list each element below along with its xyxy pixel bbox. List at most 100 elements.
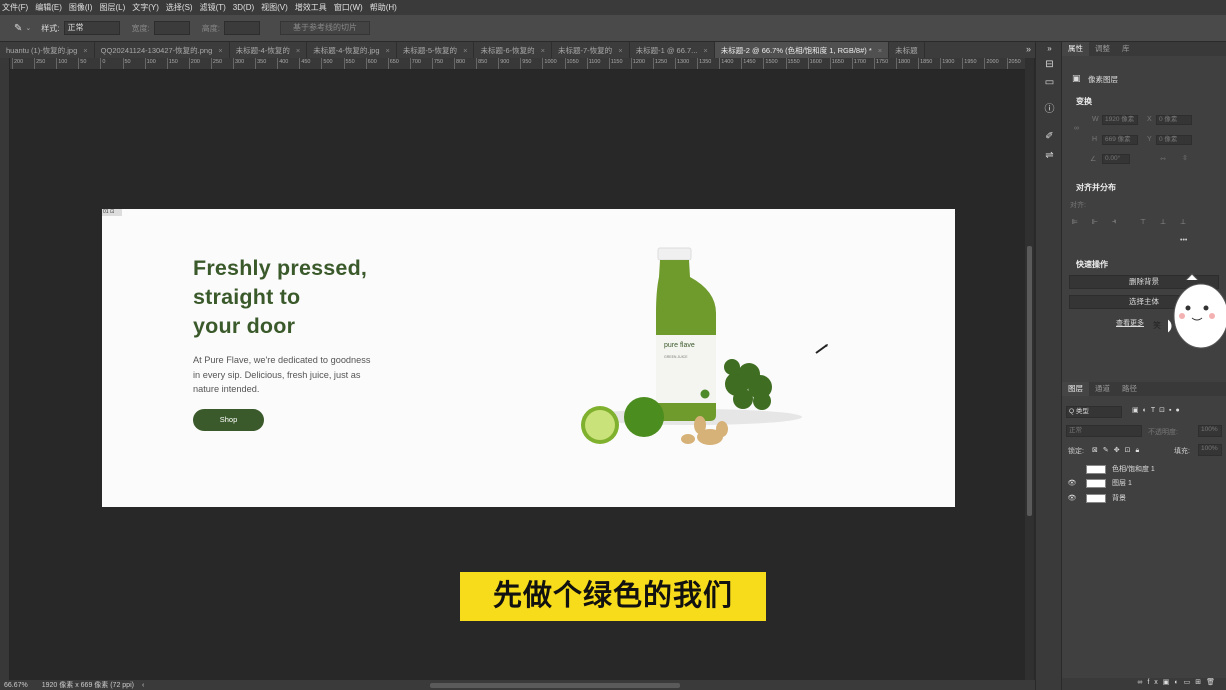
menu-window[interactable]: 窗口(W): [334, 2, 363, 13]
doc-tab[interactable]: 未标题-4-恢复的 ×: [230, 42, 308, 58]
collapse-panels-icon[interactable]: »: [1043, 42, 1056, 55]
layer-filter-select[interactable]: Q 类型: [1066, 406, 1122, 418]
doc-tab[interactable]: 未标题-4-恢复的.jpg ×: [307, 42, 397, 58]
adjust-icon[interactable]: ⇌: [1043, 149, 1056, 162]
history-icon[interactable]: ⊟: [1043, 58, 1056, 71]
menu-edit[interactable]: 编辑(E): [35, 2, 62, 13]
blend-mode-select[interactable]: 正常: [1066, 425, 1142, 437]
menu-image[interactable]: 图像(I): [69, 2, 93, 13]
description-line: nature intended.: [193, 384, 260, 394]
ruler-tick: 250: [34, 58, 45, 69]
slice-tool-icon[interactable]: ✎: [14, 23, 22, 34]
align-left-icon[interactable]: ⊫: [1072, 218, 1078, 226]
menu-view[interactable]: 视图(V): [261, 2, 288, 13]
close-icon[interactable]: ×: [83, 46, 87, 55]
angle-value-field[interactable]: 0.00°: [1102, 154, 1130, 164]
close-icon[interactable]: ×: [703, 46, 707, 55]
layer-row[interactable]: 👁︎ 背景: [1062, 491, 1226, 505]
shop-button[interactable]: Shop: [193, 409, 264, 431]
close-icon[interactable]: ×: [618, 46, 622, 55]
width-value-field[interactable]: 1920 像素: [1102, 115, 1138, 125]
menu-type[interactable]: 文字(Y): [132, 2, 159, 13]
document-canvas[interactable]: 01 ⊡ Freshly pressed, straight to your d…: [102, 209, 955, 507]
align-center-icon[interactable]: ⊩: [1092, 218, 1098, 226]
h-label: H: [1092, 136, 1098, 143]
close-icon[interactable]: ×: [218, 46, 222, 55]
style-select[interactable]: 正常: [63, 21, 120, 35]
menu-3d[interactable]: 3D(D): [233, 3, 254, 12]
height-value-field[interactable]: 669 像素: [1102, 135, 1138, 145]
menu-plugins[interactable]: 增效工具: [295, 2, 327, 13]
doc-tab[interactable]: QQ20241124-130427-恢复的.png ×: [95, 42, 230, 58]
close-icon[interactable]: ×: [386, 46, 390, 55]
more-tabs-icon[interactable]: »: [1026, 44, 1031, 54]
info-icon[interactable]: ⓘ: [1043, 103, 1056, 116]
align-middle-icon[interactable]: ⊥: [1160, 218, 1166, 226]
transform-section-title[interactable]: 变换: [1076, 96, 1092, 107]
brush-icon[interactable]: ✐: [1043, 130, 1056, 143]
menu-select[interactable]: 选择(S): [166, 2, 193, 13]
tool-preset-chevron-icon[interactable]: ⌄: [25, 24, 31, 32]
opacity-field[interactable]: 100%: [1198, 425, 1222, 437]
tab-libraries[interactable]: 库: [1116, 42, 1136, 56]
eye-icon[interactable]: 👁︎: [1062, 494, 1082, 502]
height-field[interactable]: [223, 21, 260, 35]
ruler-tick: 0: [100, 58, 105, 69]
doc-tab[interactable]: huantu (1)-恢复的.jpg ×: [0, 42, 95, 58]
hero-description: At Pure Flave, we're dedicated to goodne…: [193, 353, 393, 397]
doc-tab[interactable]: 未标题: [889, 42, 925, 58]
scrollbar-thumb[interactable]: [1027, 246, 1032, 516]
y-value-field[interactable]: 0 像素: [1156, 135, 1192, 145]
link-icon[interactable]: ∞: [1074, 125, 1079, 132]
x-value-field[interactable]: 0 像素: [1156, 115, 1192, 125]
close-icon[interactable]: ×: [878, 46, 882, 55]
align-bottom-icon[interactable]: ⊥: [1180, 218, 1186, 226]
close-icon[interactable]: ×: [541, 46, 545, 55]
vertical-scrollbar[interactable]: [1025, 58, 1034, 680]
doc-tab-active[interactable]: 未标题-2 @ 66.7% (色相/饱和度 1, RGB/8#) * ×: [714, 42, 890, 58]
view-more-link[interactable]: 查看更多: [1116, 318, 1144, 328]
flip-vertical-icon[interactable]: ⇳: [1182, 154, 1188, 162]
flip-horizontal-icon[interactable]: ⇿: [1160, 155, 1166, 163]
close-icon[interactable]: ×: [296, 46, 300, 55]
align-top-icon[interactable]: ⊤: [1140, 218, 1146, 226]
slices-from-guides-button[interactable]: 基于参考线的切片: [279, 21, 370, 35]
tab-properties[interactable]: 属性: [1062, 42, 1089, 56]
horizontal-ruler[interactable]: 200 250 100 50 0 50 100 150 200 250 300 350 400 450 50…: [10, 58, 1025, 70]
y-label: Y: [1147, 136, 1152, 143]
tab-channels[interactable]: 通道: [1089, 382, 1116, 396]
slice-number-badge: 01 ⊡: [102, 209, 122, 216]
tab-adjustments[interactable]: 调整: [1089, 42, 1116, 56]
menu-layer[interactable]: 图层(L): [99, 2, 125, 13]
comments-icon[interactable]: ▭: [1043, 76, 1056, 89]
filter-icons[interactable]: ▣◐T⊡▪●: [1132, 406, 1184, 414]
ruler-tick: 800: [454, 58, 465, 69]
lock-icons[interactable]: ⊠✎✥⊡🔒︎: [1092, 446, 1144, 455]
menu-file[interactable]: 文件(F): [2, 2, 28, 13]
align-section-title[interactable]: 对齐并分布: [1076, 182, 1116, 193]
eye-icon[interactable]: 👁︎: [1062, 479, 1082, 487]
doc-tab[interactable]: 未标题-1 @ 66.7... ×: [630, 42, 715, 58]
headline-line: straight to: [193, 285, 301, 309]
align-right-icon[interactable]: ⫣: [1112, 218, 1116, 226]
tab-layers[interactable]: 图层: [1062, 382, 1089, 396]
menu-help[interactable]: 帮助(H): [370, 2, 397, 13]
tab-paths[interactable]: 路径: [1116, 382, 1143, 396]
product-illustration: pure flave GREEN JUICE: [581, 247, 802, 445]
vertical-ruler[interactable]: [0, 58, 10, 680]
quick-actions-title[interactable]: 快速操作: [1076, 259, 1108, 270]
more-options-icon[interactable]: •••: [1180, 237, 1187, 244]
status-arrow-icon[interactable]: ‹: [142, 682, 144, 689]
layer-row[interactable]: 👁︎ 图层 1: [1062, 476, 1226, 490]
ruler-tick: 1850: [918, 58, 932, 69]
doc-tab[interactable]: 未标题-6-恢复的 ×: [474, 42, 553, 58]
layer-row[interactable]: 色相/饱和度 1: [1062, 462, 1226, 476]
close-icon[interactable]: ×: [463, 46, 467, 55]
horizontal-scrollbar[interactable]: [430, 683, 680, 688]
fill-field[interactable]: 100%: [1198, 444, 1222, 456]
menu-filter[interactable]: 滤镜(T): [200, 2, 226, 13]
doc-tab[interactable]: 未标题-7-恢复的 ×: [552, 42, 630, 58]
zoom-level[interactable]: 66.67%: [4, 682, 28, 689]
width-field[interactable]: [153, 21, 190, 35]
doc-tab[interactable]: 未标题-5-恢复的 ×: [397, 42, 475, 58]
